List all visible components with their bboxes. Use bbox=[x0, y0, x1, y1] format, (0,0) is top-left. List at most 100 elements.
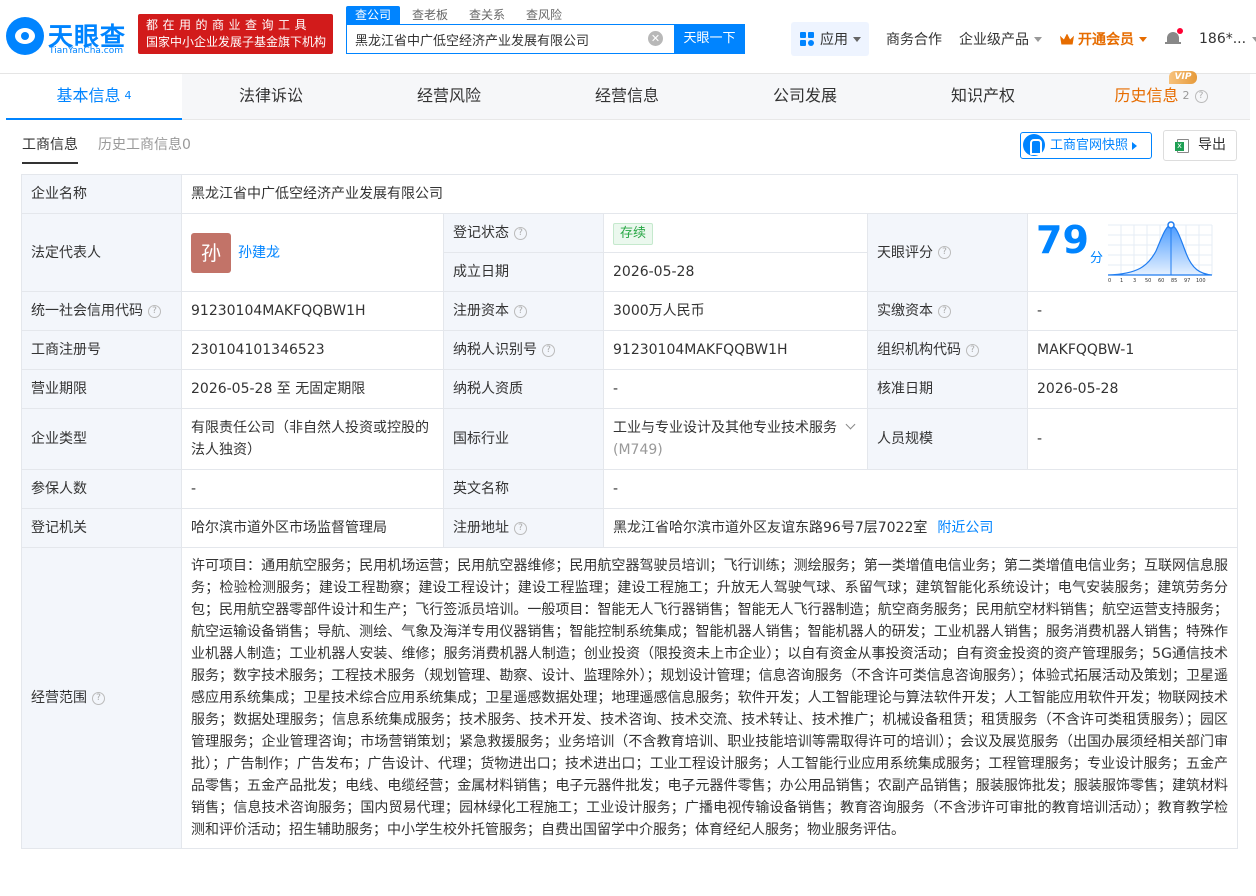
industry-code: (M749) bbox=[613, 442, 663, 458]
tab-basic-info[interactable]: 基本信息 4 bbox=[6, 74, 182, 120]
field-label: 人员规模 bbox=[867, 408, 1028, 470]
industry[interactable]: 工业与专业设计及其他专业技术服务 (M749) bbox=[603, 408, 868, 470]
search-button[interactable]: 天眼一下 bbox=[674, 24, 745, 54]
table-row: 参保人数 - 英文名称 - bbox=[21, 469, 1239, 509]
nav-enterprise-products[interactable]: 企业级产品 bbox=[959, 24, 1042, 54]
label-text: 纳税人识别号 bbox=[453, 342, 537, 358]
tick-label: 60 bbox=[1158, 278, 1164, 284]
help-icon[interactable]: ? bbox=[966, 343, 979, 357]
search-tab-company[interactable]: 查公司 bbox=[346, 6, 401, 24]
chevron-down-icon bbox=[1252, 36, 1256, 42]
field-label: 核准日期 bbox=[867, 369, 1028, 409]
help-icon: ? bbox=[1194, 90, 1208, 103]
tab-label: 历史信息 bbox=[1114, 86, 1179, 105]
tick-label: 50 bbox=[1145, 278, 1151, 284]
crown-icon bbox=[1060, 33, 1074, 45]
nearby-companies-link[interactable]: 附近公司 bbox=[937, 520, 993, 536]
help-icon[interactable]: ? bbox=[542, 343, 555, 357]
snapshot-icon bbox=[1023, 134, 1045, 156]
bell-icon[interactable] bbox=[1165, 28, 1183, 47]
chevron-down-icon[interactable] bbox=[845, 419, 856, 430]
business-term: 2026-05-28 至 无固定期限 bbox=[181, 369, 444, 409]
legal-rep-link[interactable]: 孙建龙 bbox=[238, 245, 280, 261]
company-name: 黑龙江省中广低空经济产业发展有限公司 bbox=[180, 174, 1239, 214]
search-tab-risk[interactable]: 查风险 bbox=[517, 6, 571, 24]
score-unit: 分 bbox=[1090, 250, 1104, 266]
snapshot-button[interactable]: 工商官网快照 bbox=[1020, 132, 1152, 159]
table-row: 企业类型 有限责任公司（非自然人投资或控股的法人独资） 国标行业 工业与专业设计… bbox=[21, 408, 1239, 470]
help-icon[interactable]: ? bbox=[148, 304, 161, 318]
field-label: 登记机关 bbox=[21, 508, 182, 548]
field-label: 法定代表人 bbox=[21, 213, 182, 292]
score-cell[interactable]: 79 分 0 1 3 50 60 85 97 100 bbox=[1026, 213, 1239, 292]
avatar: 孙 bbox=[191, 232, 231, 273]
tab-legal[interactable]: 法律诉讼 bbox=[182, 74, 360, 120]
logo-subtext: TianYanCha.com bbox=[49, 46, 124, 56]
label-text: 经营范围 bbox=[31, 690, 87, 706]
field-label: 国标行业 bbox=[443, 408, 604, 470]
table-row: 工商注册号 230104101346523 纳税人识别号? 91230104MA… bbox=[21, 330, 1239, 370]
chevron-down-icon bbox=[853, 36, 861, 42]
field-label: 经营范围? bbox=[21, 547, 182, 849]
field-label: 参保人数 bbox=[21, 469, 182, 509]
field-label: 企业名称 bbox=[21, 174, 182, 214]
label-text: 实缴资本 bbox=[877, 303, 933, 319]
vip-membership-button[interactable]: 开通会员 bbox=[1060, 24, 1147, 54]
registered-capital: 3000万人民币 bbox=[603, 291, 868, 331]
help-icon[interactable]: ? bbox=[514, 304, 527, 318]
snapshot-label: 工商官网快照 bbox=[1050, 138, 1129, 153]
grid-icon bbox=[800, 32, 814, 46]
table-row: 登记机关 哈尔滨市道外区市场监督管理局 注册地址? 黑龙江省哈尔滨市道外区友谊东… bbox=[21, 508, 1239, 548]
tab-history[interactable]: 历史信息 2? bbox=[1072, 74, 1250, 120]
legal-representative: 孙孙建龙 bbox=[181, 213, 444, 292]
field-label: 注册资本? bbox=[443, 291, 604, 331]
tick-label: 97 bbox=[1184, 278, 1190, 284]
address-text: 黑龙江省哈尔滨市道外区友谊东路96号7层7022室 bbox=[613, 520, 928, 536]
label-text: 注册资本 bbox=[453, 303, 509, 319]
tab-ip[interactable]: 知识产权 bbox=[894, 74, 1072, 120]
field-label: 工商注册号 bbox=[21, 330, 182, 370]
score-tick-labels: 0 1 3 50 60 85 97 100 bbox=[1108, 278, 1206, 284]
tax-qualification: - bbox=[603, 369, 868, 409]
tab-count: 4 bbox=[124, 89, 132, 102]
export-label: 导出 bbox=[1198, 137, 1226, 153]
search-tab-relation[interactable]: 查关系 bbox=[460, 6, 514, 24]
app-menu[interactable]: 应用 bbox=[791, 22, 869, 56]
nav-business[interactable]: 商务合作 bbox=[886, 24, 942, 54]
score-value: 79 bbox=[1036, 217, 1089, 262]
business-scope: 许可项目：通用航空服务；民用机场运营；民用航空器维修；民用航空器驾驶员培训；飞行… bbox=[180, 547, 1239, 849]
table-row: 法定代表人 孙孙建龙 登记状态? 存续 天眼评分? 79 分 0 1 3 50 … bbox=[21, 213, 1239, 292]
field-label: 成立日期 bbox=[443, 252, 604, 292]
score-distribution-chart: 0 1 3 50 60 85 97 100 bbox=[1108, 220, 1213, 284]
vip-badge: VIP bbox=[1169, 71, 1197, 84]
help-icon[interactable]: ? bbox=[938, 246, 951, 259]
user-menu[interactable]: 186*... bbox=[1199, 24, 1256, 54]
search-input[interactable] bbox=[347, 25, 627, 53]
subtab-history-business-info[interactable]: 历史工商信息0 bbox=[98, 134, 191, 164]
tab-business-risk[interactable]: 经营风险 bbox=[360, 74, 538, 120]
credit-code: 91230104MAKFQQBW1H bbox=[181, 291, 444, 331]
export-button[interactable]: 导出 bbox=[1163, 130, 1237, 161]
subtab-business-info[interactable]: 工商信息 bbox=[22, 134, 78, 164]
tick-label: 3 bbox=[1133, 278, 1136, 284]
nav-enterprise-label: 企业级产品 bbox=[959, 32, 1029, 48]
label-text: 登记状态 bbox=[453, 225, 509, 241]
field-label: 纳税人识别号? bbox=[443, 330, 604, 370]
registration-number: 230104101346523 bbox=[181, 330, 444, 370]
table-row: 统一社会信用代码? 91230104MAKFQQBW1H 注册资本? 3000万… bbox=[21, 291, 1239, 331]
search-tab-boss[interactable]: 查老板 bbox=[403, 6, 457, 24]
staff-size: - bbox=[1026, 408, 1239, 470]
help-icon[interactable]: ? bbox=[938, 304, 951, 318]
search-type-tabs: 查公司 查老板 查关系 查风险 bbox=[346, 6, 574, 24]
clear-icon[interactable]: ✕ bbox=[648, 31, 663, 46]
score-marker bbox=[1167, 220, 1175, 229]
field-label: 天眼评分? bbox=[867, 213, 1028, 292]
logo[interactable]: 天眼查 TianYanCha.com bbox=[6, 15, 134, 57]
help-icon[interactable]: ? bbox=[514, 521, 527, 535]
help-icon[interactable]: ? bbox=[92, 691, 105, 705]
label-text: 注册地址 bbox=[453, 520, 509, 536]
excel-icon bbox=[1175, 139, 1189, 153]
tab-business-info[interactable]: 经营信息 bbox=[538, 74, 716, 120]
help-icon[interactable]: ? bbox=[514, 226, 527, 240]
tab-development[interactable]: 公司发展 bbox=[716, 74, 894, 120]
